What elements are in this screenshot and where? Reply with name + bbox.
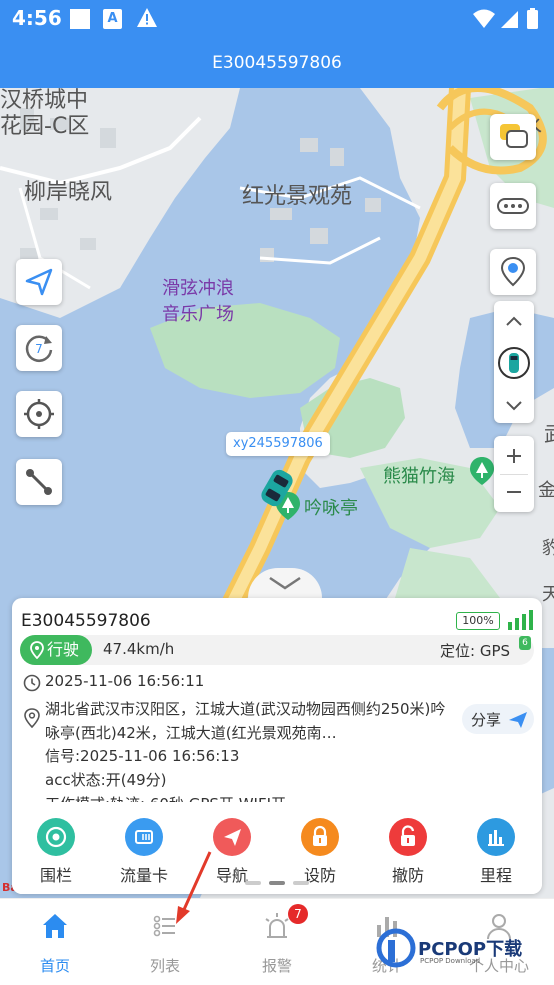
lock-icon xyxy=(301,818,339,856)
status-bar: 4:56 A xyxy=(0,0,554,38)
map-label: 金 xyxy=(538,480,554,501)
page-dot xyxy=(245,881,261,885)
signal-time: 信号:2025-11-06 16:56:13 xyxy=(45,747,240,765)
device-switch-control xyxy=(494,301,534,423)
clock-icon xyxy=(23,674,41,692)
chevron-down-icon xyxy=(269,576,301,590)
home-icon xyxy=(43,914,67,938)
map-label: 柳岸晓风 xyxy=(24,180,113,205)
zoom-in-icon[interactable] xyxy=(494,436,534,474)
device-info-panel: E30045597806 100% 行驶 47.4km/h 定位: GPS 6 … xyxy=(12,598,542,894)
mileage-chart-icon xyxy=(477,818,515,856)
layers-icon xyxy=(500,124,528,148)
wifi-signal-battery-icons xyxy=(473,8,538,29)
svg-text:7: 7 xyxy=(35,342,43,356)
mileage-action[interactable]: 里程 xyxy=(452,802,540,885)
address-pin-icon xyxy=(24,708,40,728)
zoom-control xyxy=(494,436,534,512)
share-label: 分享 xyxy=(471,711,502,729)
battery-badge: 100% xyxy=(456,612,500,630)
disarm-label: 撤防 xyxy=(391,866,424,885)
page-dot-active xyxy=(269,881,285,885)
annotation-arrow xyxy=(176,851,212,924)
signal-bars-icon xyxy=(508,610,533,630)
location-pin-icon xyxy=(30,641,44,659)
panel-collapse-tab[interactable] xyxy=(248,568,322,598)
moving-status-label: 行驶 xyxy=(47,640,80,659)
share-button[interactable]: 分享 xyxy=(462,704,534,734)
unlock-icon xyxy=(389,818,427,856)
send-location-button[interactable] xyxy=(16,259,62,305)
fence-label: 围栏 xyxy=(39,866,72,885)
location-pin-icon xyxy=(500,256,526,287)
refresh-countdown-icon: 7 xyxy=(25,335,53,362)
nav-home-label: 首页 xyxy=(39,957,70,975)
device-id: E30045597806 xyxy=(21,611,151,631)
map-label: 滑弦冲浪 xyxy=(162,278,234,299)
paper-plane-icon xyxy=(509,712,527,728)
fence-icon xyxy=(37,818,75,856)
park-pin-icon xyxy=(470,457,494,485)
address-text: 湖北省武汉市汉阳区，江城大道(武汉动物园西侧约250米)吟咏亭(西北)42米，江… xyxy=(45,700,446,742)
nav-alarm-label: 报警 xyxy=(261,957,292,975)
notification-square-icon xyxy=(70,9,90,29)
page-indicator xyxy=(245,881,309,886)
paper-plane-icon xyxy=(25,268,53,296)
nav-alarm[interactable]: 7 报警 xyxy=(222,899,332,985)
route-icon xyxy=(26,469,52,495)
locate-button[interactable] xyxy=(16,391,62,437)
map-layers-button[interactable] xyxy=(490,114,536,160)
acc-status: acc状态:开(49分) xyxy=(45,771,167,789)
arm-action[interactable]: 设防 xyxy=(276,802,364,885)
map-label: 武 xyxy=(544,418,554,447)
notification-a-icon: A xyxy=(103,9,122,29)
alarm-badge: 7 xyxy=(288,904,308,924)
map-label: 花园-C区 xyxy=(0,114,90,139)
crosshair-icon xyxy=(24,399,54,429)
chevron-down-icon[interactable] xyxy=(494,391,534,421)
speed-value: 47.4km/h xyxy=(103,640,175,658)
gps-satellite-badge: 6 xyxy=(519,636,531,650)
location-mode: 定位: GPS xyxy=(440,642,511,660)
more-button[interactable] xyxy=(490,183,536,229)
track-button[interactable] xyxy=(16,459,62,505)
vehicle-label[interactable]: xy245597806 xyxy=(226,432,330,456)
pcpop-logo-icon xyxy=(376,928,416,968)
map-label: 红光景观苑 xyxy=(242,184,353,209)
map-label: 豹 xyxy=(542,538,554,559)
nav-list-label: 列表 xyxy=(149,957,180,975)
page-title: E30045597806 xyxy=(0,38,554,88)
map-label: 天 xyxy=(542,584,554,605)
watermark-sub: PCPOP Download xyxy=(420,957,481,965)
more-dots-icon xyxy=(497,198,529,214)
car-marker-icon xyxy=(498,347,530,379)
status-row: 行驶 47.4km/h 定位: GPS 6 xyxy=(20,635,534,665)
nav-home[interactable]: 首页 xyxy=(0,899,110,985)
actions-bar: 围栏 流量卡 导航 设防 撤防 里程 xyxy=(12,802,542,894)
map-label: 吟咏亭 xyxy=(304,498,358,519)
status-time: 4:56 xyxy=(12,6,62,30)
sim-card-icon xyxy=(125,818,163,856)
fence-action[interactable]: 围栏 xyxy=(12,802,100,885)
map-label: 熊猫竹海 xyxy=(383,466,455,487)
refresh-button[interactable]: 7 xyxy=(16,325,62,371)
chevron-up-icon[interactable] xyxy=(494,305,534,335)
position-time: 2025-11-06 16:56:11 xyxy=(45,672,205,690)
zoom-out-icon[interactable] xyxy=(494,474,534,512)
page-dot xyxy=(293,881,309,885)
disarm-action[interactable]: 撤防 xyxy=(364,802,452,885)
mileage-label: 里程 xyxy=(479,866,512,885)
pcpop-watermark: PCPOP下载 PCPOP Download xyxy=(376,928,552,968)
warning-icon xyxy=(137,8,157,27)
moving-status-badge: 行驶 xyxy=(20,635,92,665)
map-label: 音乐广场 xyxy=(162,304,234,325)
my-location-button[interactable] xyxy=(490,249,536,295)
